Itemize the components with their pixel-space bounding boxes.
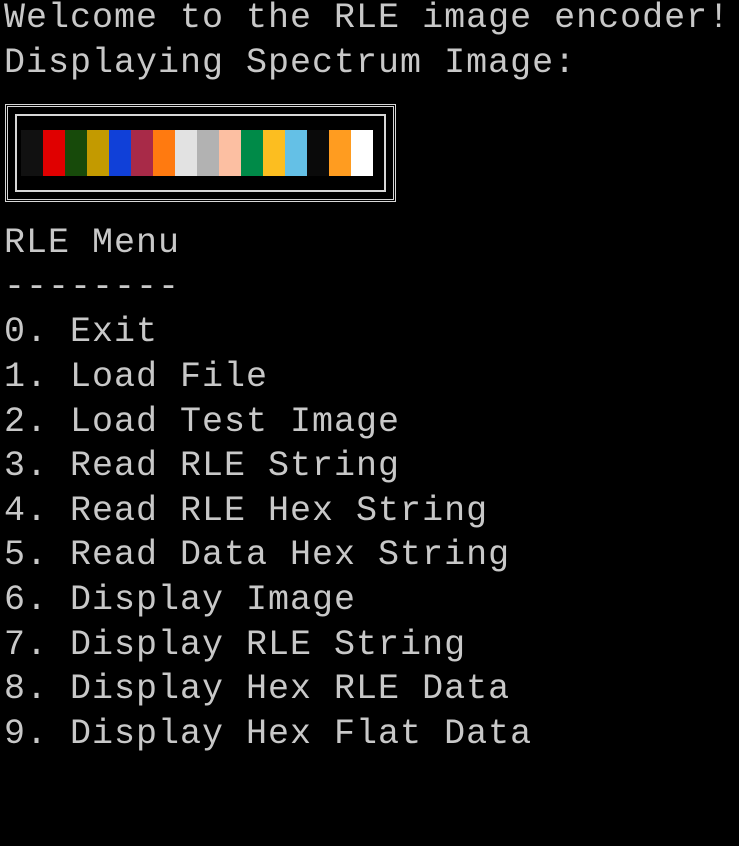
menu-item-load-test-image: 2. Load Test Image [4,402,401,442]
spectrum-swatch [65,130,87,176]
spectrum-swatch [21,130,43,176]
menu-item-read-rle-string: 3. Read RLE String [4,446,401,486]
spectrum-image-frame [5,104,396,202]
spectrum-swatch [351,130,373,176]
spectrum-swatch [307,130,329,176]
spectrum-swatch [43,130,65,176]
menu-item-load-file: 1. Load File [4,357,269,397]
spectrum-heading: Displaying Spectrum Image: [4,43,577,83]
spectrum-swatch [87,130,109,176]
spectrum-swatch [131,130,153,176]
spectrum-swatch [153,130,175,176]
spectrum-swatch [197,130,219,176]
spectrum-image-border [15,114,386,192]
spectrum-swatch [175,130,197,176]
welcome-text: Welcome to the RLE image encoder! [4,0,731,38]
menu-item-display-hex-flat-data: 9. Display Hex Flat Data [4,714,533,754]
spectrum-image [21,130,373,176]
menu-item-display-rle-string: 7. Display RLE String [4,625,467,665]
menu-item-read-rle-hex-string: 4. Read RLE Hex String [4,491,489,531]
menu-item-read-data-hex-string: 5. Read Data Hex String [4,535,511,575]
menu-item-display-hex-rle-data: 8. Display Hex RLE Data [4,669,511,709]
spectrum-swatch [285,130,307,176]
spectrum-swatch [219,130,241,176]
menu-item-exit: 0. Exit [4,312,159,352]
menu-divider: -------- [4,267,181,307]
spectrum-swatch [109,130,131,176]
spectrum-swatch [241,130,263,176]
menu-item-display-image: 6. Display Image [4,580,357,620]
console-window: Welcome to the RLE image encoder! Displa… [0,0,739,761]
spectrum-swatch [329,130,351,176]
menu-title: RLE Menu [4,223,181,263]
spectrum-swatch [263,130,285,176]
